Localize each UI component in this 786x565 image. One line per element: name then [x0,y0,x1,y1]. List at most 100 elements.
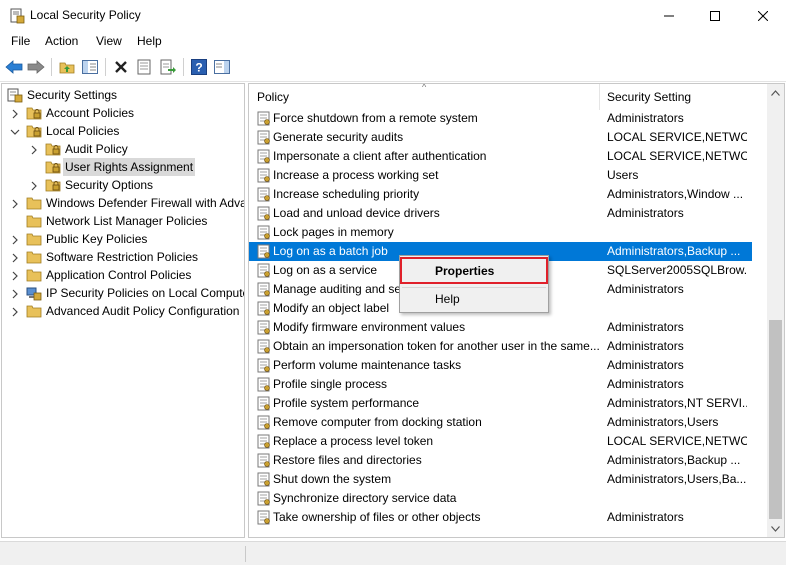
policy-name: Impersonate a client after authenticatio… [273,149,487,163]
chevron-right-icon[interactable] [10,198,20,209]
chevron-right-icon[interactable] [10,288,20,299]
policy-icon [257,149,271,164]
security-setting: Administrators [607,282,684,296]
menu-help[interactable]: Help [137,34,162,48]
context-menu-properties[interactable]: Properties [400,259,548,283]
tree-item-application-control[interactable]: Application Control Policies [2,266,242,284]
chevron-down-icon[interactable] [10,126,20,136]
table-row[interactable]: Modify firmware environment values Admini… [249,318,752,337]
table-row[interactable]: Increase a process working set Users [249,166,752,185]
chevron-right-icon[interactable] [10,252,20,263]
scrollbar-thumb[interactable] [769,320,782,519]
show-hide-tree-icon[interactable] [80,57,100,77]
scroll-up-icon[interactable] [767,84,784,101]
scroll-down-icon[interactable] [767,520,784,537]
delete-icon[interactable] [111,57,131,77]
tree-item-security-options[interactable]: Security Options [2,176,242,194]
tree-item-public-key-policies[interactable]: Public Key Policies [2,230,242,248]
tree-item-ip-security[interactable]: IP Security Policies on Local Compute [2,284,245,302]
tree-item-user-rights-assignment[interactable]: User Rights Assignment [2,158,242,176]
tree-item-label: Security Options [65,178,154,192]
policy-icon [257,206,271,221]
table-row[interactable]: Impersonate a client after authenticatio… [249,147,752,166]
policy-icon [257,244,271,259]
folder-lock-icon [26,105,42,121]
policy-name: Take ownership of files or other objects [273,510,481,524]
chevron-right-icon[interactable] [29,144,39,155]
policy-name: Increase a process working set [273,168,439,182]
table-row[interactable]: Take ownership of files or other objects… [249,508,752,527]
menu-file[interactable]: File [11,34,30,48]
tree-item-label: Software Restriction Policies [46,250,199,264]
policy-name: Log on as a service [273,263,378,277]
up-folder-icon[interactable] [57,57,77,77]
chevron-right-icon[interactable] [10,306,20,317]
tree-item-account-policies[interactable]: Account Policies [2,104,242,122]
table-row[interactable]: Profile single process Administrators [249,375,752,394]
policy-name: Profile single process [273,377,388,391]
tree-item-local-policies[interactable]: Local Policies [2,122,242,140]
policy-name: Modify firmware environment values [273,320,466,334]
folder-icon [26,303,42,319]
properties-icon[interactable] [134,57,154,77]
tree-item-software-restriction[interactable]: Software Restriction Policies [2,248,242,266]
chevron-right-icon[interactable] [10,234,20,245]
forward-arrow-icon[interactable] [26,57,46,77]
export-list-icon[interactable] [158,57,178,77]
security-setting: Administrators,Users,Ba... [607,472,747,486]
tree-item-label: Audit Policy [65,142,128,156]
policy-name: Generate security audits [273,130,404,144]
policy-icon [257,453,271,468]
table-row[interactable]: Replace a process level token LOCAL SERVI… [249,432,752,451]
minimize-button[interactable] [646,0,692,31]
table-row[interactable]: Generate security audits LOCAL SERVICE,NE… [249,128,752,147]
context-menu-help[interactable]: Help [400,287,548,311]
maximize-button[interactable] [692,0,738,31]
back-arrow-icon[interactable] [4,57,24,77]
table-row[interactable]: Profile system performance Administrators… [249,394,752,413]
table-row[interactable]: Increase scheduling priority Administrato… [249,185,752,204]
folder-icon [26,249,42,265]
policy-icon [257,358,271,373]
table-row[interactable]: Force shutdown from a remote system Admin… [249,109,752,128]
ip-security-icon [26,285,42,301]
tree-item-label: IP Security Policies on Local Compute [46,286,245,300]
chevron-right-icon[interactable] [10,108,20,119]
menu-view[interactable]: View [96,34,122,48]
tree-item-advanced-audit[interactable]: Advanced Audit Policy Configuration [2,302,244,320]
table-row[interactable]: Restore files and directories Administrat… [249,451,752,470]
chevron-right-icon[interactable] [10,270,20,281]
table-row[interactable]: Obtain an impersonation token for anothe… [249,337,752,356]
policy-icon [257,415,271,430]
security-setting: Administrators [607,206,684,220]
table-row[interactable]: Remove computer from docking station Admi… [249,413,752,432]
tree-item-security-settings[interactable]: Security Settings [2,86,242,104]
policy-icon [257,187,271,202]
policy-icon [257,301,271,316]
security-setting: Users [607,168,639,182]
close-button[interactable] [740,0,786,31]
tree-item-audit-policy[interactable]: Audit Policy [2,140,242,158]
help-icon[interactable]: ? [189,57,209,77]
policy-icon [257,339,271,354]
tree-item-network-list-manager[interactable]: Network List Manager Policies [2,212,242,230]
table-row[interactable]: Shut down the system Administrators,Users… [249,470,752,489]
security-setting: Administrators [607,358,684,372]
security-setting: Administrators,Users [607,415,719,429]
table-row[interactable]: Load and unload device drivers Administra… [249,204,752,223]
show-hide-action-pane-icon[interactable] [212,57,232,77]
column-header-security-setting[interactable]: Security Setting [599,84,767,110]
menu-action[interactable]: Action [45,34,78,48]
table-row[interactable]: Perform volume maintenance tasks Administ… [249,356,752,375]
chevron-right-icon[interactable] [29,180,39,191]
window-title: Local Security Policy [30,8,141,22]
table-row[interactable]: Lock pages in memory [249,223,752,242]
policy-name: Modify an object label [273,301,390,315]
navigation-tree: Security Settings Account Policies Local… [1,83,245,538]
tree-item-windows-defender-firewall[interactable]: Windows Defender Firewall with Adva [2,194,244,212]
sort-ascending-icon: ^ [422,83,427,92]
table-row[interactable]: Synchronize directory service data [249,489,752,508]
folder-lock-icon [45,141,61,157]
vertical-scrollbar[interactable] [767,84,784,537]
title-bar: Local Security Policy [0,0,786,31]
